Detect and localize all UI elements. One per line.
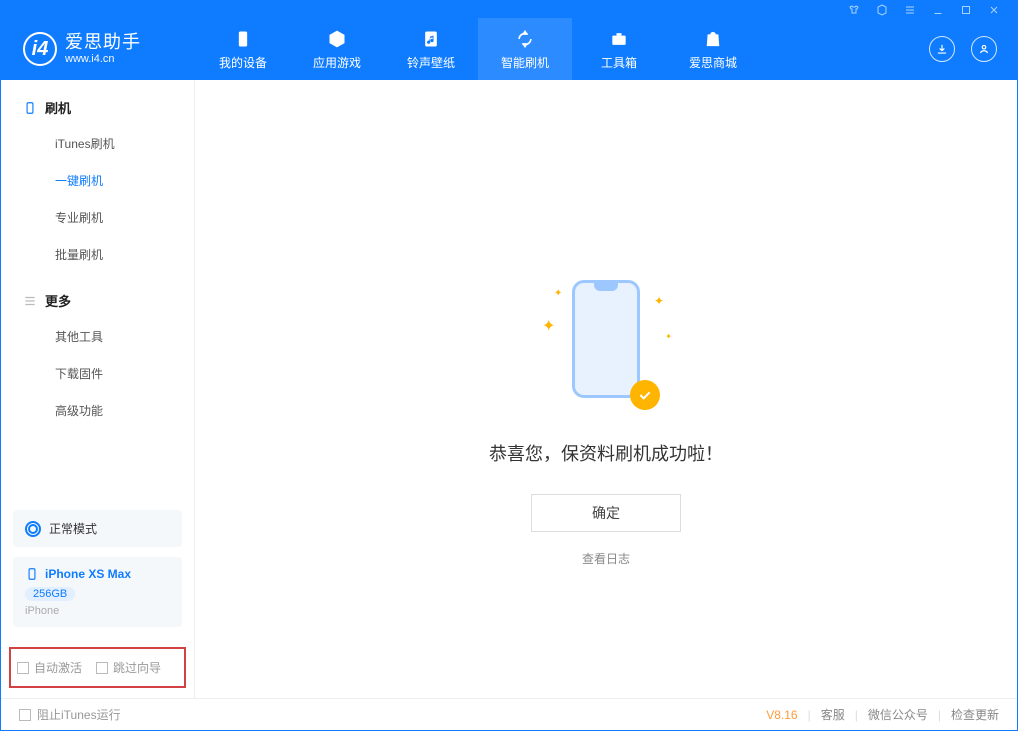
wechat-link[interactable]: 微信公众号 (868, 706, 928, 723)
skip-guide-checkbox[interactable]: 跳过向导 (96, 659, 161, 676)
tab-label: 智能刷机 (501, 54, 549, 71)
device-icon (23, 101, 37, 115)
sidebar-item-oneclick-flash[interactable]: 一键刷机 (1, 162, 194, 199)
sidebar-item-download-firmware[interactable]: 下载固件 (1, 355, 194, 392)
sparkle-icon: ✦ (542, 316, 555, 336)
sidebar-item-batch-flash[interactable]: 批量刷机 (1, 236, 194, 273)
tab-label: 我的设备 (219, 54, 267, 71)
tab-my-device[interactable]: 我的设备 (196, 18, 290, 80)
check-update-link[interactable]: 检查更新 (951, 706, 999, 723)
close-icon[interactable] (987, 3, 1001, 17)
checkbox-icon (17, 662, 29, 674)
tshirt-icon[interactable] (847, 3, 861, 17)
support-link[interactable]: 客服 (821, 706, 845, 723)
mode-icon (25, 521, 41, 537)
mode-label: 正常模式 (49, 520, 97, 537)
menu-icon[interactable] (903, 3, 917, 17)
tab-apps[interactable]: 应用游戏 (290, 18, 384, 80)
user-button[interactable] (971, 36, 997, 62)
check-badge-icon (630, 380, 660, 410)
sidebar-group-title: 更多 (45, 291, 71, 310)
sparkle-icon: ✦ (665, 332, 672, 341)
checkbox-label: 跳过向导 (113, 659, 161, 676)
bag-icon (702, 28, 724, 50)
cube-icon[interactable] (875, 3, 889, 17)
logo: i4 爱思助手 www.i4.cn (1, 18, 196, 80)
logo-icon: i4 (23, 32, 57, 66)
brand-subtitle: www.i4.cn (65, 53, 141, 65)
device-card[interactable]: iPhone XS Max 256GB iPhone (13, 557, 182, 627)
checkbox-label: 阻止iTunes运行 (37, 706, 121, 723)
sidebar-item-advanced[interactable]: 高级功能 (1, 392, 194, 429)
minimize-icon[interactable] (931, 3, 945, 17)
phone-icon (572, 280, 640, 398)
sidebar-group-more: 更多 (1, 291, 194, 318)
sidebar-group-title: 刷机 (45, 98, 71, 117)
version-label: V8.16 (766, 708, 797, 722)
download-button[interactable] (929, 36, 955, 62)
tab-toolbox[interactable]: 工具箱 (572, 18, 666, 80)
sparkle-icon: ✦ (554, 288, 562, 299)
checkbox-label: 自动激活 (34, 659, 82, 676)
device-name: iPhone XS Max (45, 567, 131, 581)
success-illustration: ✦ ✦ ✦ ✦ (546, 280, 666, 420)
toolbox-icon (608, 28, 630, 50)
tab-label: 应用游戏 (313, 54, 361, 71)
tab-label: 爱思商城 (689, 54, 737, 71)
auto-activate-checkbox[interactable]: 自动激活 (17, 659, 82, 676)
block-itunes-checkbox[interactable]: 阻止iTunes运行 (19, 706, 121, 723)
sidebar-item-itunes-flash[interactable]: iTunes刷机 (1, 125, 194, 162)
checkbox-icon (19, 709, 31, 721)
maximize-icon[interactable] (959, 3, 973, 17)
mode-card[interactable]: 正常模式 (13, 510, 182, 547)
tab-store[interactable]: 爱思商城 (666, 18, 760, 80)
tab-ringtones[interactable]: 铃声壁纸 (384, 18, 478, 80)
device-capacity: 256GB (25, 587, 75, 601)
sidebar-item-other-tools[interactable]: 其他工具 (1, 318, 194, 355)
device-type: iPhone (25, 605, 170, 617)
checkbox-icon (96, 662, 108, 674)
list-icon (23, 294, 37, 308)
sidebar: 刷机 iTunes刷机 一键刷机 专业刷机 批量刷机 更多 其他工具 下载固件 … (1, 80, 195, 698)
header: i4 爱思助手 www.i4.cn 我的设备 应用游戏 铃声壁纸 智能刷机 (1, 18, 1017, 80)
brand-title: 爱思助手 (65, 33, 141, 53)
music-icon (420, 28, 442, 50)
phone-icon (25, 567, 39, 581)
tab-label: 铃声壁纸 (407, 54, 455, 71)
options-highlight-box: 自动激活 跳过向导 (9, 647, 186, 688)
cube-icon (326, 28, 348, 50)
sparkle-icon: ✦ (654, 294, 664, 308)
tab-flash[interactable]: 智能刷机 (478, 18, 572, 80)
ok-button[interactable]: 确定 (531, 494, 681, 532)
titlebar (1, 1, 1017, 18)
tab-label: 工具箱 (601, 54, 637, 71)
refresh-icon (514, 28, 536, 50)
sidebar-group-flash: 刷机 (1, 98, 194, 125)
statusbar: 阻止iTunes运行 V8.16 | 客服 | 微信公众号 | 检查更新 (1, 698, 1017, 730)
sidebar-item-pro-flash[interactable]: 专业刷机 (1, 199, 194, 236)
main-panel: ✦ ✦ ✦ ✦ 恭喜您，保资料刷机成功啦！ 确定 查看日志 (195, 80, 1017, 698)
success-message: 恭喜您，保资料刷机成功啦！ (489, 440, 723, 466)
phone-icon (232, 28, 254, 50)
view-log-link[interactable]: 查看日志 (582, 550, 630, 567)
